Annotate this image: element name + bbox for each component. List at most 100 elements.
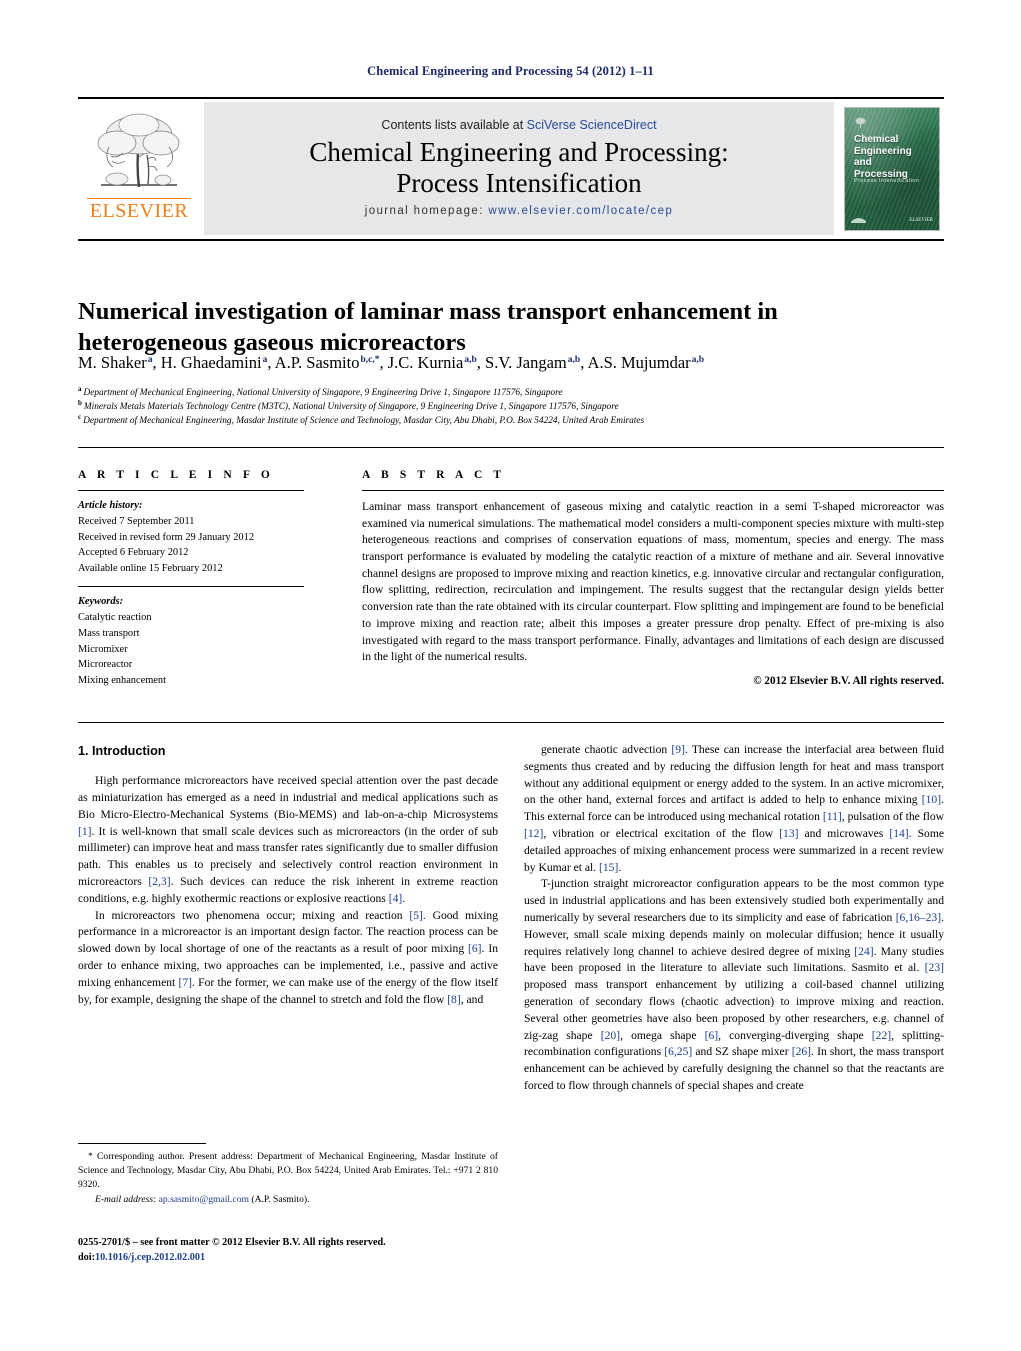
journal-title: Chemical Engineering and Processing: Pro…: [309, 137, 728, 199]
citation-ref[interactable]: [11]: [823, 810, 842, 823]
journal-cover-thumbnail: Chemical Engineering and Processing Proc…: [840, 99, 944, 239]
elsevier-logo: ELSEVIER: [78, 99, 200, 239]
footnote-rule: [78, 1143, 206, 1144]
email-label: E-mail address:: [95, 1194, 157, 1206]
info-band-top-rule: [78, 447, 944, 448]
citation-ref[interactable]: [6,16–23]: [896, 911, 941, 924]
cover-elsevier-tree-icon: [855, 117, 866, 128]
affiliation-item: b Minerals Metals Materials Technology Ce…: [78, 400, 944, 414]
email-owner: (A.P. Sasmito).: [251, 1194, 310, 1206]
affiliation-text: Department of Mechanical Engineering, Na…: [83, 388, 563, 398]
citation-ref[interactable]: [2,3]: [148, 875, 170, 888]
affiliation-item: a Department of Mechanical Engineering, N…: [78, 385, 944, 400]
abstract-text: Laminar mass transport enhancement of ga…: [362, 500, 944, 664]
citation-ref[interactable]: [7]: [178, 976, 192, 989]
journal-banner: Contents lists available at SciVerse Sci…: [204, 102, 834, 235]
doi-line: doi:10.1016/j.cep.2012.02.001: [78, 1250, 498, 1265]
doi-label: doi:: [78, 1252, 95, 1264]
article-history-item: Available online 15 February 2012: [78, 563, 223, 575]
abstract-column: A B S T R A C T Laminar mass transport e…: [362, 469, 944, 687]
article-info-column: A R T I C L E I N F O Article history: R…: [78, 469, 304, 689]
citation-ref[interactable]: [22]: [872, 1029, 891, 1042]
issn-copyright-line: 0255-2701/$ – see front matter © 2012 El…: [78, 1237, 386, 1248]
affiliation-text: Department of Mechanical Engineering, Ma…: [83, 416, 645, 427]
keyword-item: Micromixer: [78, 643, 128, 655]
article-history-item: Received 7 September 2011: [78, 515, 195, 527]
contents-prefix: Contents lists available at: [381, 117, 527, 132]
keyword-item: Mass transport: [78, 627, 140, 639]
citation-ref[interactable]: [23]: [925, 961, 944, 974]
article-history-item: Received in revised form 29 January 2012: [78, 531, 255, 543]
affiliation-text: Minerals Metals Materials Technology Cen…: [83, 402, 619, 413]
article-info-heading: A R T I C L E I N F O: [78, 469, 274, 481]
email-line: E-mail address: ap.sasmito@gmail.com (A.…: [78, 1193, 498, 1207]
keywords-block: Keywords: Catalytic reaction Mass transp…: [78, 594, 304, 689]
keyword-item: Catalytic reaction: [78, 611, 152, 623]
author-list: M. Shakera, H. Ghaedaminia, A.P. Sasmito…: [78, 353, 705, 372]
keywords-label: Keywords:: [78, 596, 124, 608]
info-band-bottom-rule: [78, 722, 944, 723]
citation-ref[interactable]: [14]: [889, 827, 908, 840]
paper-page: Chemical Engineering and Processing 54 (…: [0, 0, 1021, 1351]
body-paragraph: T-junction straight microreactor configu…: [524, 877, 945, 1092]
citation-ref[interactable]: [10]: [922, 793, 941, 806]
cover-title-line-3: and: [854, 157, 872, 168]
journal-title-line-2: Process Intensification: [396, 167, 642, 198]
journal-homepage-line: journal homepage: www.elsevier.com/locat…: [365, 205, 673, 217]
abstract-heading: A B S T R A C T: [362, 469, 506, 481]
citation-ref[interactable]: [13]: [779, 827, 798, 840]
sciencedirect-link[interactable]: SciVerse ScienceDirect: [527, 118, 657, 132]
citation-ref[interactable]: [24]: [854, 945, 873, 958]
corresponding-author-footnote: * Corresponding author. Present address:…: [78, 1143, 498, 1207]
citation-ref[interactable]: [15]: [599, 861, 618, 874]
cover-imprint: ELSEVIER: [909, 217, 933, 223]
running-head: Chemical Engineering and Processing 54 (…: [367, 64, 654, 78]
cover-title-line-2: Engineering: [854, 145, 912, 157]
article-info-rule: [78, 490, 304, 491]
journal-title-line-1: Chemical Engineering and Processing:: [309, 136, 729, 167]
imprint-block: 0255-2701/$ – see front matter © 2012 El…: [78, 1235, 498, 1266]
citation-ref[interactable]: [12]: [524, 827, 543, 840]
cover-subtitle: Process Intensification: [854, 178, 920, 184]
citation-ref[interactable]: [26]: [792, 1045, 811, 1058]
citation-ref[interactable]: [8]: [447, 993, 461, 1006]
email-address-link[interactable]: ap.sasmito@gmail.com: [159, 1194, 249, 1205]
citation-ref[interactable]: [4]: [389, 892, 403, 905]
keyword-item: Microreactor: [78, 659, 133, 671]
citation-ref[interactable]: [5]: [409, 909, 423, 922]
citation-ref[interactable]: [20]: [601, 1029, 620, 1042]
body-paragraph: In microreactors two phenomena occur; mi…: [78, 908, 498, 1006]
page-title: Numerical investigation of laminar mass …: [78, 298, 778, 356]
homepage-url-link[interactable]: www.elsevier.com/locate/cep: [488, 205, 673, 217]
abstract-rule: [362, 490, 944, 491]
keyword-item: Mixing enhancement: [78, 675, 167, 687]
keywords-rule: [78, 586, 304, 588]
citation-ref[interactable]: [6,25]: [664, 1045, 692, 1058]
article-history-item: Accepted 6 February 2012: [78, 547, 189, 559]
journal-masthead: ELSEVIER Contents lists available at Sci…: [78, 97, 944, 241]
body-paragraph: generate chaotic advection [9]. These ca…: [524, 743, 944, 874]
journal-cover-image: Chemical Engineering and Processing Proc…: [844, 107, 940, 231]
doi-link[interactable]: 10.1016/j.cep.2012.02.001: [95, 1252, 205, 1263]
citation-ref[interactable]: [6]: [705, 1029, 719, 1042]
body-paragraph: High performance microreactors have rece…: [78, 774, 498, 905]
cover-title-line-1: Chemical: [854, 134, 899, 145]
citation-ref[interactable]: [1]: [78, 825, 92, 838]
cover-title: Chemical Engineering and Processing: [854, 134, 912, 180]
contents-available-line: Contents lists available at SciVerse Sci…: [381, 118, 656, 132]
corresponding-author-text: * Corresponding author. Present address:…: [78, 1151, 498, 1191]
copyright-line: © 2012 Elsevier B.V. All rights reserved…: [753, 674, 944, 687]
affiliation-item: c Department of Mechanical Engineering, M…: [78, 414, 944, 428]
affiliation-list: a Department of Mechanical Engineering, N…: [78, 385, 944, 428]
citation-ref[interactable]: [6]: [468, 942, 482, 955]
article-history-label: Article history:: [78, 500, 143, 511]
article-history-block: Article history: Received 7 September 20…: [78, 498, 304, 577]
elsevier-tree-icon: [97, 113, 180, 188]
body-column-right: generate chaotic advection [9]. These ca…: [524, 742, 944, 1095]
elsevier-wordmark: ELSEVIER: [87, 198, 191, 221]
homepage-label: journal homepage:: [364, 205, 484, 218]
citation-ref[interactable]: [9]: [671, 743, 685, 756]
cover-wave-icon: [851, 218, 866, 223]
section-title-introduction: 1. Introduction: [78, 744, 166, 758]
body-column-left: 1. Introduction High performance microre…: [78, 742, 498, 1008]
